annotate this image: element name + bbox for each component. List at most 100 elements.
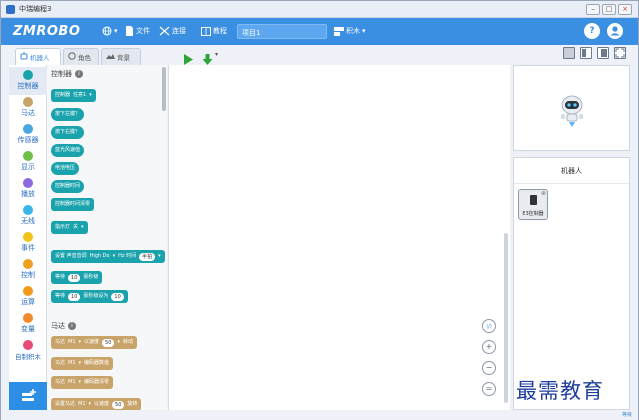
block-right-key-pressed[interactable]: 按下右键？	[51, 126, 85, 139]
mode-dropdown-arrow: ▾	[362, 27, 366, 35]
large-stage-icon[interactable]	[597, 47, 609, 59]
category-sensor[interactable]: 传感器	[9, 121, 47, 149]
block-dropdown[interactable]: 任意1	[73, 89, 86, 102]
category-wireless[interactable]: 无线	[9, 202, 47, 230]
category-label: 传感器	[17, 136, 39, 144]
block-value-input[interactable]: 10	[68, 292, 81, 301]
block-wait-set[interactable]: 等待 10 豪秒级设为 10	[51, 290, 128, 303]
editor-tabs: 机器人 角色 背景	[1, 45, 171, 65]
main-toolbar: ZMROBO ▾ 文件 连接 教程 项目1 积木 ▾ ?	[1, 18, 638, 45]
minimize-button[interactable]: –	[586, 4, 600, 15]
category-event[interactable]: 事件	[9, 229, 47, 257]
block-motor-speed[interactable]: 马达 M1 ▾ 以速度 50 ▾ 转动	[51, 336, 137, 349]
file-menu[interactable]: 文件	[125, 26, 150, 36]
robot-icon	[20, 52, 28, 62]
close-button[interactable]: ×	[618, 4, 632, 15]
zoom-in-button[interactable]: +	[482, 340, 496, 354]
block-indicator-light[interactable]: 指示灯 关 ▾	[51, 221, 88, 234]
category-variable[interactable]: 变量	[9, 310, 47, 338]
block-dropdown[interactable]: M1	[78, 398, 86, 410]
mode-menu[interactable]: 积木 ▾	[334, 26, 366, 36]
tab-sprite-label: 角色	[78, 54, 91, 62]
block-label: 指示灯	[55, 224, 71, 230]
category-operator[interactable]: 运算	[9, 283, 47, 311]
language-menu[interactable]: ▾	[102, 26, 118, 36]
block-dropdown-arrow: ▾	[117, 339, 120, 345]
help-icon[interactable]: ?	[584, 23, 600, 39]
block-bluetooth-value[interactable]: 蓝光风速值	[51, 144, 85, 157]
category-sidebar: 控制器 马达 传感器 显示 播放 无线 事件 控制 运算 变量 自制积木	[9, 65, 47, 410]
block-label: 豪秒级	[83, 274, 99, 280]
block-value-input[interactable]: 50	[102, 338, 115, 347]
info-icon[interactable]: i	[75, 70, 83, 78]
small-stage-icon[interactable]	[563, 47, 575, 59]
category-display[interactable]: 显示	[9, 148, 47, 176]
block-dropdown-arrow: ▾	[88, 401, 92, 407]
block-value-input[interactable]: 10	[111, 292, 124, 301]
fullscreen-icon[interactable]	[614, 47, 626, 59]
block-label: 转动	[122, 339, 133, 345]
project-name-input[interactable]: 项目1	[237, 24, 327, 39]
extension-icon	[22, 389, 36, 401]
code-canvas[interactable]	[168, 65, 510, 410]
block-dropdown[interactable]: M1	[68, 376, 76, 389]
sprite-panel: 机器人 ⊗ E3控制器	[513, 157, 630, 410]
category-label: 马达	[21, 109, 35, 117]
zoom-out-button[interactable]: −	[482, 361, 496, 375]
block-label: 控制器时间清零	[55, 201, 91, 207]
add-extension-button[interactable]	[9, 382, 47, 410]
block-left-key-pressed[interactable]: 按下左键？	[51, 108, 85, 121]
status-text: 等级	[621, 412, 632, 418]
tab-sprite[interactable]: 角色	[63, 48, 99, 65]
block-label: 控制器	[55, 92, 71, 98]
block-dropdown[interactable]: M1	[68, 336, 76, 349]
medium-stage-icon[interactable]	[580, 47, 592, 59]
sprite-card-e3[interactable]: ⊗ E3控制器	[518, 189, 548, 220]
block-set-tone[interactable]: 设置 声音音调 High Do ▾ Hz 时间 半拍 ▾	[51, 250, 165, 263]
tab-backdrop[interactable]: 背景	[101, 48, 141, 65]
tutorial-button[interactable]: 教程	[201, 26, 227, 36]
user-icon[interactable]	[607, 23, 623, 39]
download-menu-arrow[interactable]: ▾	[215, 51, 218, 58]
block-dropdown[interactable]: 半拍	[139, 252, 156, 261]
code-view-button[interactable]: ⟨/⟩	[482, 319, 496, 333]
maximize-button[interactable]: □	[602, 4, 616, 15]
category-controller[interactable]: 控制器	[9, 67, 47, 95]
run-controls: ▾	[169, 47, 509, 65]
block-set-motor[interactable]: 设置马达 M1 ▾ 以速度 50 旋转	[51, 398, 142, 410]
tutorial-icon	[201, 26, 211, 36]
section-motor: 马达 i	[51, 321, 76, 331]
block-label: 马达	[55, 379, 66, 385]
category-play[interactable]: 播放	[9, 175, 47, 203]
palette-scrollbar[interactable]	[162, 67, 166, 111]
block-timer-reset[interactable]: 控制器时间清零	[51, 198, 95, 211]
canvas-scrollbar[interactable]	[504, 233, 508, 403]
code-icon: ⟨/⟩	[486, 324, 492, 330]
category-dot	[23, 259, 33, 269]
block-dropdown[interactable]: High Do	[90, 250, 110, 263]
zoom-reset-button[interactable]: =	[482, 382, 496, 396]
block-wait[interactable]: 等待 10 豪秒级	[51, 271, 103, 284]
category-my-blocks[interactable]: 自制积木	[9, 337, 47, 365]
tutorial-label: 教程	[213, 27, 227, 35]
block-battery-voltage[interactable]: 电池电压	[51, 162, 80, 175]
close-icon[interactable]: ⊗	[541, 190, 546, 197]
block-controller-timer[interactable]: 控制器时间	[51, 180, 85, 193]
category-control[interactable]: 控制	[9, 256, 47, 284]
connect-button[interactable]: 连接	[159, 26, 186, 36]
category-motor[interactable]: 马达	[9, 94, 47, 122]
block-value-input[interactable]: 10	[68, 273, 81, 282]
block-dropdown[interactable]: 关	[73, 221, 78, 234]
block-value-input[interactable]: 50	[112, 400, 125, 409]
zoom-reset-icon: =	[485, 384, 493, 393]
tab-robot[interactable]: 机器人	[15, 48, 61, 65]
stage-preview[interactable]	[513, 65, 630, 151]
zoom-out-icon: −	[485, 363, 493, 372]
block-motor-encoder-reset[interactable]: 马达 M1 ▾ 编码器清零	[51, 376, 114, 389]
block-dropdown[interactable]: M1	[68, 357, 76, 370]
info-icon[interactable]: i	[68, 322, 76, 330]
block-controller-port[interactable]: 控制器 任意1 ▾	[51, 89, 96, 102]
watermark-text: 最需教育	[516, 379, 604, 403]
block-motor-encoder[interactable]: 马达 M1 ▾ 编码器数值	[51, 357, 114, 370]
category-dot	[23, 124, 33, 134]
